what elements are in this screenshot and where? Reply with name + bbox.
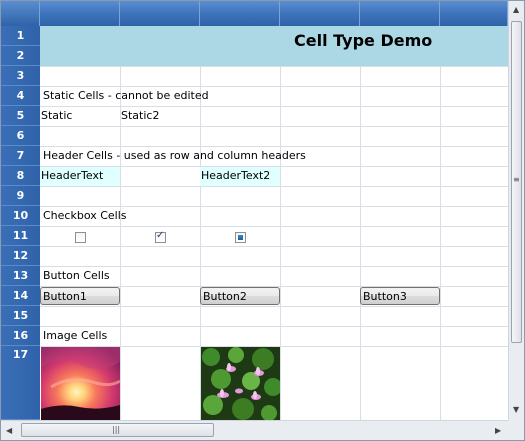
row-header-8[interactable]: 8 [1, 166, 40, 186]
button1[interactable]: Button1 [40, 287, 120, 305]
column-header-c[interactable] [200, 1, 280, 26]
row-number: 8 [16, 169, 25, 182]
row-header-15[interactable]: 15 [1, 306, 40, 326]
grid-line [440, 66, 441, 420]
row-header-12[interactable]: 12 [1, 246, 40, 266]
row-number: 12 [12, 249, 29, 262]
vertical-scrollbar[interactable]: ▲ ≡ ▼ [508, 1, 524, 420]
checkbox-cells-label: Checkbox Cells [43, 209, 127, 222]
grid-line [40, 226, 508, 227]
title-band [40, 26, 508, 66]
checkbox-checked[interactable] [155, 230, 166, 243]
row-header-11[interactable]: 11 [1, 226, 40, 246]
horizontal-scrollbar[interactable]: ◀ ||| ▶ [1, 420, 508, 440]
row-number: 14 [12, 289, 29, 302]
grip-icon: ≡ [513, 175, 520, 184]
grid-line [40, 66, 508, 67]
row-header-6[interactable]: 6 [1, 126, 40, 146]
grid-line [40, 146, 508, 147]
row-header-2[interactable]: 2 [1, 46, 40, 66]
scroll-left-icon[interactable]: ◀ [6, 426, 12, 435]
row-number: 11 [12, 229, 29, 242]
select-all-corner[interactable] [1, 1, 40, 26]
scrollbar-corner [508, 420, 524, 440]
row-number: 16 [12, 329, 29, 342]
static-cell-2[interactable]: Static2 [121, 109, 159, 122]
checkbox-unchecked[interactable] [75, 232, 86, 243]
grid-line [40, 126, 508, 127]
button3[interactable]: Button3 [360, 287, 440, 305]
grid-line [40, 266, 508, 267]
row-number: 3 [16, 69, 25, 82]
grid-line [40, 186, 508, 187]
grid-line [360, 66, 361, 420]
row-number: 13 [12, 269, 29, 282]
grip-icon: ||| [112, 425, 121, 434]
grid-line [40, 326, 508, 327]
static-cell-1[interactable]: Static [41, 109, 72, 122]
static-cells-label: Static Cells - cannot be edited [43, 89, 209, 102]
header-cell-2-text: HeaderText2 [201, 169, 271, 182]
grid-line [40, 106, 508, 107]
row-header-7[interactable]: 7 [1, 146, 40, 166]
column-header-a[interactable] [40, 1, 120, 26]
row-number: 1 [16, 29, 25, 42]
row-number: 6 [16, 129, 25, 142]
spreadsheet-window: 1 2 3 4 5 6 7 8 9 10 11 12 13 14 15 16 1… [0, 0, 525, 441]
water-lilies-image [201, 347, 280, 420]
row-header-17[interactable]: 17 [1, 346, 40, 420]
row-header-16[interactable]: 16 [1, 326, 40, 346]
row-header-4[interactable]: 4 [1, 86, 40, 106]
scroll-right-icon[interactable]: ▶ [495, 426, 501, 435]
row-number: 17 [12, 348, 29, 361]
grid-line [40, 86, 508, 87]
button2[interactable]: Button2 [200, 287, 280, 305]
scroll-up-icon[interactable]: ▲ [513, 5, 519, 14]
column-header-b[interactable] [120, 1, 200, 26]
grid-line [40, 306, 508, 307]
column-header-d[interactable] [280, 1, 360, 26]
header-cells-label: Header Cells - used as row and column he… [43, 149, 306, 162]
row-number: 2 [16, 49, 25, 62]
scroll-down-icon[interactable]: ▼ [513, 405, 519, 414]
row-number: 10 [12, 209, 29, 222]
row-number: 7 [16, 149, 25, 162]
row-header-5[interactable]: 5 [1, 106, 40, 126]
button-cells-label: Button Cells [43, 269, 110, 282]
spreadsheet-grid[interactable]: 1 2 3 4 5 6 7 8 9 10 11 12 13 14 15 16 1… [1, 1, 508, 420]
row-number: 5 [16, 109, 25, 122]
header-cell-1-text: HeaderText [41, 169, 104, 182]
row-header-14[interactable]: 14 [1, 286, 40, 306]
row-header-10[interactable]: 10 [1, 206, 40, 226]
vertical-scroll-thumb[interactable]: ≡ [511, 21, 522, 343]
checkbox-indeterminate[interactable] [235, 232, 246, 243]
row-number: 4 [16, 89, 25, 102]
grid-line [40, 206, 508, 207]
row-header-9[interactable]: 9 [1, 186, 40, 206]
grid-line [40, 246, 508, 247]
image-cells-label: Image Cells [43, 329, 108, 342]
sunset-image [41, 347, 120, 420]
grid-line [280, 66, 281, 420]
column-header-f[interactable] [440, 1, 508, 26]
horizontal-scroll-thumb[interactable]: ||| [21, 423, 214, 437]
row-number: 15 [12, 309, 29, 322]
row-header-3[interactable]: 3 [1, 66, 40, 86]
row-header-13[interactable]: 13 [1, 266, 40, 286]
row-number: 9 [16, 189, 25, 202]
row-header-1[interactable]: 1 [1, 26, 40, 46]
column-header-e[interactable] [360, 1, 440, 26]
sheet-title: Cell Type Demo [294, 31, 433, 50]
